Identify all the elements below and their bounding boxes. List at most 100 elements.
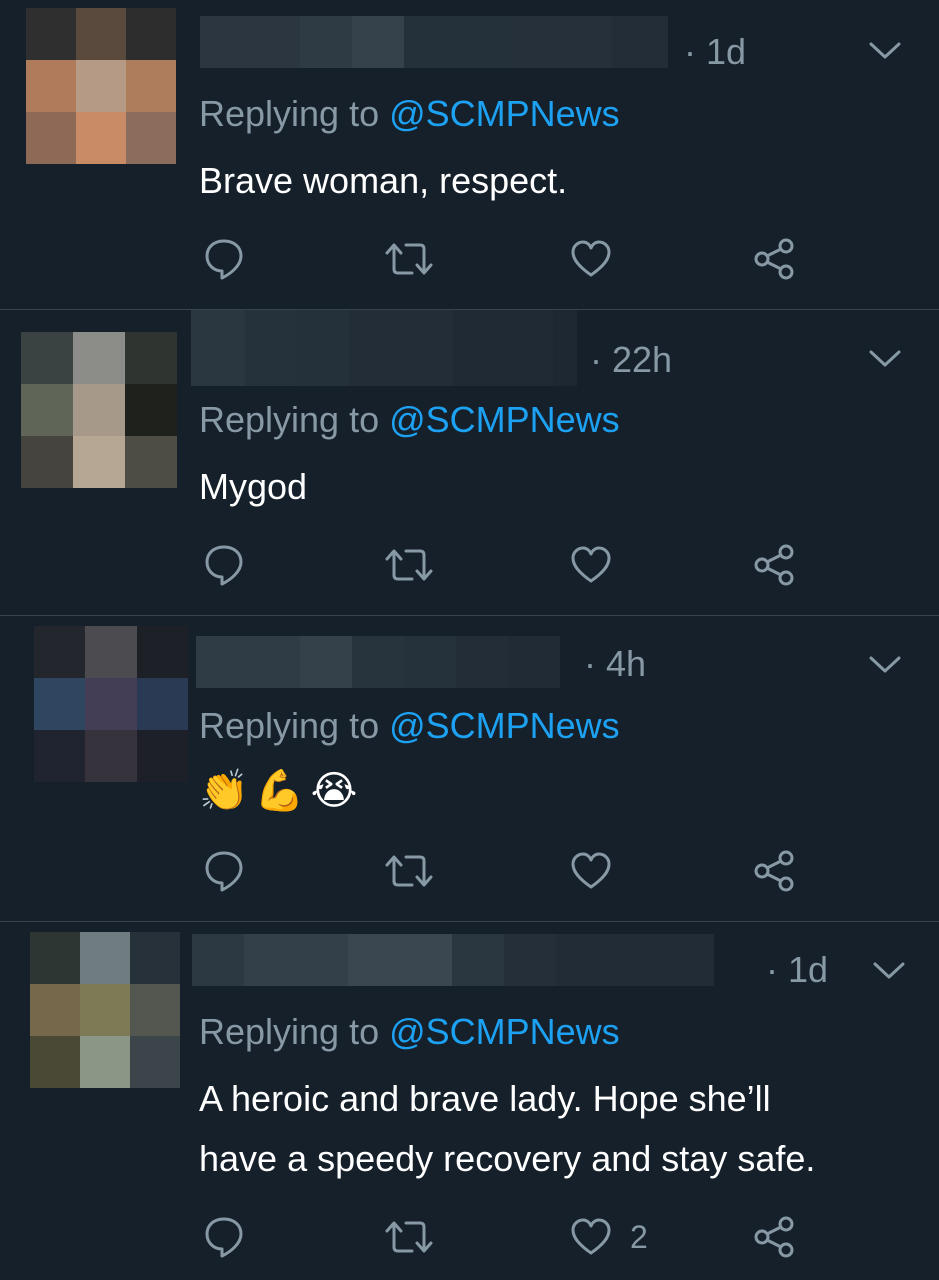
crying-face-emoji: 😭 bbox=[310, 769, 358, 813]
avatar-pixel bbox=[73, 332, 125, 384]
avatar-pixel bbox=[130, 984, 180, 1036]
tweet-actions bbox=[0, 234, 939, 284]
tweet-timestamp[interactable]: · 22h bbox=[590, 340, 672, 380]
avatar[interactable] bbox=[30, 932, 180, 1088]
tweet-actions: 2 bbox=[0, 1212, 939, 1262]
avatar-pixel bbox=[126, 112, 176, 164]
tweet-timestamp[interactable]: · 4h bbox=[584, 644, 646, 684]
blur-block bbox=[404, 636, 456, 688]
avatar-pixel bbox=[34, 678, 86, 730]
reply-icon bbox=[205, 239, 243, 280]
retweet-button[interactable] bbox=[384, 540, 434, 590]
retweet-button[interactable] bbox=[384, 234, 434, 284]
avatar-pixel bbox=[34, 730, 86, 782]
avatar-pixel bbox=[80, 984, 130, 1036]
retweet-icon bbox=[385, 855, 433, 887]
blur-block bbox=[300, 636, 352, 688]
share-button[interactable] bbox=[752, 540, 796, 590]
blur-block bbox=[192, 934, 244, 986]
tweet-text-line-1: A heroic and brave lady. Hope she’ll bbox=[199, 1078, 771, 1119]
blur-block bbox=[504, 934, 556, 986]
mention-link[interactable]: @SCMPNews bbox=[389, 93, 620, 134]
username-blurred[interactable] bbox=[192, 934, 714, 986]
blur-block bbox=[348, 934, 452, 986]
like-button[interactable]: 2 bbox=[570, 1212, 648, 1262]
blur-block bbox=[244, 934, 348, 986]
retweet-button[interactable] bbox=[384, 1212, 434, 1262]
tweet-timestamp[interactable]: · 1d bbox=[766, 950, 828, 990]
blur-block bbox=[191, 310, 245, 386]
tweet[interactable]: · 1d Replying to @SCMPNews A heroic and … bbox=[0, 922, 939, 1280]
like-count: 2 bbox=[630, 1218, 648, 1255]
avatar[interactable] bbox=[21, 332, 177, 488]
tweet-actions bbox=[0, 846, 939, 896]
avatar-pixel bbox=[76, 112, 126, 164]
blur-block bbox=[300, 16, 352, 68]
replying-to: Replying to @SCMPNews bbox=[199, 1010, 620, 1054]
blur-block bbox=[453, 310, 553, 386]
tweet-text-line-2: have a speedy recovery and stay safe. bbox=[199, 1138, 816, 1179]
share-icon bbox=[754, 238, 794, 280]
tweet[interactable]: · 1d Replying to @SCMPNews Brave woman, … bbox=[0, 0, 939, 310]
tweet-actions bbox=[0, 540, 939, 590]
avatar-pixel bbox=[30, 932, 80, 984]
reply-icon bbox=[205, 545, 243, 586]
blur-block bbox=[245, 310, 297, 386]
reply-button[interactable] bbox=[204, 540, 244, 590]
like-button[interactable] bbox=[570, 846, 630, 896]
tweet[interactable]: · 22h Replying to @SCMPNews Mygod bbox=[0, 310, 939, 616]
reply-icon bbox=[205, 1217, 243, 1258]
share-button[interactable] bbox=[752, 1212, 796, 1262]
share-button[interactable] bbox=[752, 234, 796, 284]
reply-button[interactable] bbox=[204, 846, 244, 896]
blur-block bbox=[404, 16, 508, 68]
blur-block bbox=[508, 16, 612, 68]
avatar-pixel bbox=[80, 932, 130, 984]
replying-to-label: Replying to bbox=[199, 93, 390, 134]
replying-to: Replying to @SCMPNews bbox=[199, 398, 620, 442]
username-blurred[interactable] bbox=[200, 16, 668, 68]
reply-button[interactable] bbox=[204, 1212, 244, 1262]
blur-block bbox=[352, 636, 404, 688]
like-button[interactable] bbox=[570, 540, 630, 590]
chevron-down-icon[interactable] bbox=[868, 348, 902, 370]
retweet-button[interactable] bbox=[384, 846, 434, 896]
tweet[interactable]: · 4h Replying to @SCMPNews 👏 💪 😭 bbox=[0, 616, 939, 922]
chevron-down-icon[interactable] bbox=[868, 654, 902, 676]
share-icon bbox=[754, 544, 794, 586]
mention-link[interactable]: @SCMPNews bbox=[389, 1011, 620, 1052]
blur-block bbox=[349, 310, 453, 386]
blur-block bbox=[200, 16, 300, 68]
replying-to-label: Replying to bbox=[199, 705, 390, 746]
mention-link[interactable]: @SCMPNews bbox=[389, 399, 620, 440]
avatar-pixel bbox=[73, 436, 125, 488]
flexed-biceps-emoji: 💪 bbox=[254, 769, 305, 813]
avatar-pixel bbox=[26, 8, 76, 60]
mention-link[interactable]: @SCMPNews bbox=[389, 705, 620, 746]
share-button[interactable] bbox=[752, 846, 796, 896]
share-icon bbox=[754, 1216, 794, 1258]
chevron-down-icon[interactable] bbox=[868, 40, 902, 62]
avatar[interactable] bbox=[34, 626, 188, 782]
blur-block bbox=[456, 636, 508, 688]
username-blurred[interactable] bbox=[191, 310, 577, 386]
blur-block bbox=[196, 636, 300, 688]
tweet-timestamp[interactable]: · 1d bbox=[684, 32, 746, 72]
replying-to-label: Replying to bbox=[199, 399, 390, 440]
avatar[interactable] bbox=[26, 8, 176, 164]
avatar-pixel bbox=[136, 678, 188, 730]
blur-block bbox=[612, 16, 668, 68]
reply-button[interactable] bbox=[204, 234, 244, 284]
blur-block bbox=[556, 934, 714, 986]
chevron-down-icon[interactable] bbox=[872, 960, 906, 982]
blur-block bbox=[553, 310, 577, 386]
blur-block bbox=[297, 310, 349, 386]
username-blurred[interactable] bbox=[196, 636, 560, 688]
avatar-pixel bbox=[26, 112, 76, 164]
tweet-text: Brave woman, respect. bbox=[199, 160, 568, 201]
retweet-icon bbox=[385, 243, 433, 275]
avatar-pixel bbox=[85, 678, 137, 730]
avatar-pixel bbox=[26, 60, 76, 112]
like-button[interactable] bbox=[570, 234, 630, 284]
like-icon bbox=[571, 852, 611, 889]
